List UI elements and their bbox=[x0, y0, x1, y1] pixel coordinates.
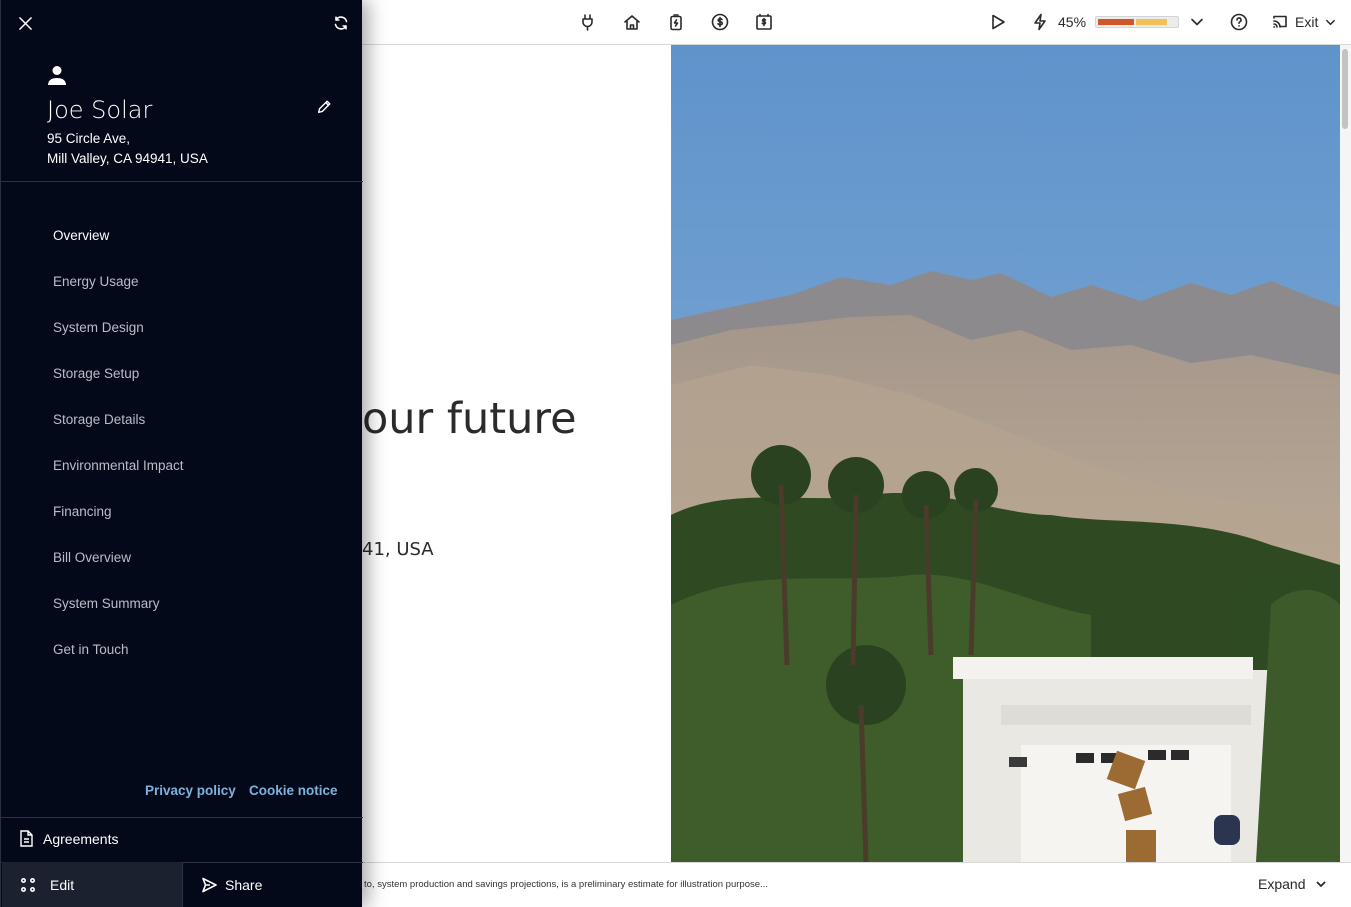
scrollbar-thumb[interactable] bbox=[1342, 49, 1348, 129]
cookie-notice-link[interactable]: Cookie notice bbox=[249, 783, 338, 798]
nav-item-storage-setup[interactable]: Storage Setup bbox=[53, 366, 184, 412]
agreements-button[interactable]: Agreements bbox=[19, 830, 118, 847]
exit-button[interactable]: Exit bbox=[1272, 11, 1336, 33]
nav-item-storage-details[interactable]: Storage Details bbox=[53, 412, 184, 458]
drawer-divider bbox=[1, 817, 363, 818]
bill-icon[interactable] bbox=[753, 11, 775, 33]
share-label: Share bbox=[225, 876, 263, 893]
nav-item-bill-overview[interactable]: Bill Overview bbox=[53, 550, 184, 596]
plug-icon[interactable] bbox=[577, 11, 599, 33]
user-icon bbox=[46, 64, 68, 86]
user-name: Joe Solar bbox=[47, 96, 153, 124]
expand-button[interactable]: Expand bbox=[1258, 876, 1327, 892]
battery-icon[interactable] bbox=[665, 11, 687, 33]
disclaimer-text: to, system production and savings projec… bbox=[364, 879, 768, 890]
hero-address-text: 41, USA bbox=[362, 539, 434, 560]
privacy-policy-link[interactable]: Privacy policy bbox=[145, 783, 236, 798]
hero-photo bbox=[671, 45, 1340, 862]
nav-item-financing[interactable]: Financing bbox=[53, 504, 184, 550]
vertical-scrollbar[interactable] bbox=[1340, 45, 1351, 862]
grid-dots-icon bbox=[20, 877, 36, 892]
nav-item-energy-usage[interactable]: Energy Usage bbox=[53, 274, 184, 320]
agreements-label: Agreements bbox=[43, 830, 119, 847]
edit-button[interactable]: Edit bbox=[2, 862, 183, 907]
edit-label: Edit bbox=[50, 876, 75, 893]
chevron-down-icon bbox=[1326, 19, 1336, 25]
progress-percent: 45% bbox=[1058, 14, 1087, 30]
play-icon[interactable] bbox=[987, 11, 1009, 33]
nav-item-system-summary[interactable]: System Summary bbox=[53, 596, 184, 642]
dollar-icon[interactable] bbox=[709, 11, 731, 33]
cast-icon bbox=[1273, 15, 1287, 28]
expand-label: Expand bbox=[1258, 876, 1306, 892]
nav-item-system-design[interactable]: System Design bbox=[53, 320, 184, 366]
navigation-drawer: Joe Solar 95 Circle Ave, Mill Valley, CA… bbox=[0, 0, 363, 907]
share-button[interactable]: Share bbox=[184, 862, 363, 907]
chevron-down-icon bbox=[1316, 881, 1327, 888]
progress-fill-secondary bbox=[1136, 19, 1167, 25]
refresh-icon[interactable] bbox=[331, 14, 351, 32]
progress-meter bbox=[1095, 16, 1179, 28]
exit-label: Exit bbox=[1295, 14, 1319, 30]
user-address-line2: Mill Valley, CA 94941, USA bbox=[47, 151, 208, 166]
progress-fill-primary bbox=[1098, 19, 1134, 25]
section-nav: Overview Energy Usage System Design Stor… bbox=[53, 228, 184, 688]
send-icon bbox=[202, 877, 217, 892]
pencil-icon[interactable] bbox=[314, 97, 334, 117]
lightning-icon bbox=[1029, 11, 1051, 33]
hero-title-text: our future bbox=[362, 394, 577, 444]
drawer-divider bbox=[1, 181, 363, 182]
nav-item-overview[interactable]: Overview bbox=[53, 228, 184, 274]
document-icon bbox=[20, 830, 33, 847]
nav-item-get-in-touch[interactable]: Get in Touch bbox=[53, 642, 184, 688]
help-icon[interactable] bbox=[1228, 11, 1250, 33]
user-address-line1: 95 Circle Ave, bbox=[47, 131, 131, 146]
chevron-down-icon[interactable] bbox=[1186, 11, 1208, 33]
nav-item-environmental-impact[interactable]: Environmental Impact bbox=[53, 458, 184, 504]
home-icon[interactable] bbox=[621, 11, 643, 33]
close-icon[interactable] bbox=[16, 14, 34, 32]
